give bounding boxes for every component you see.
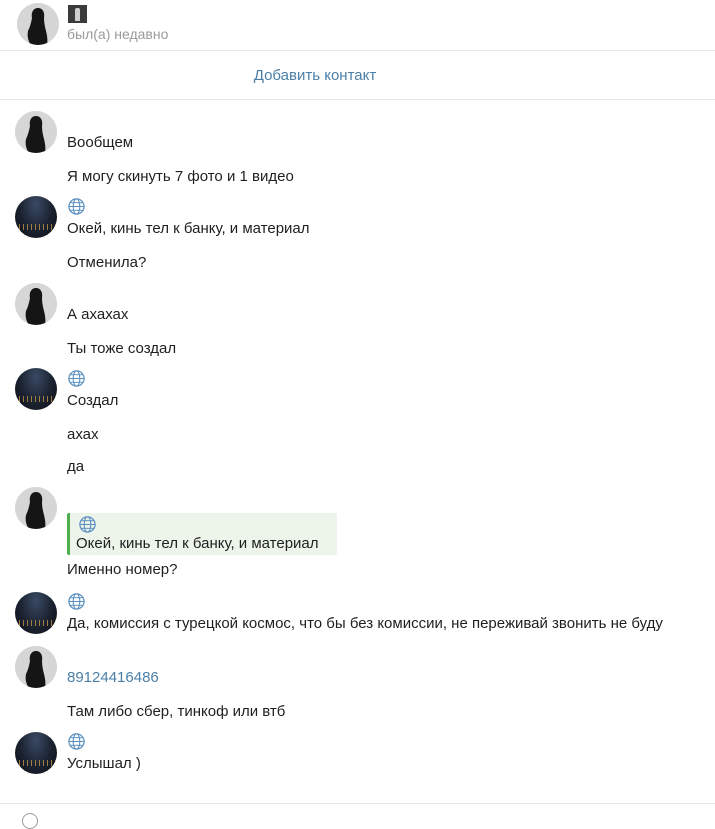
woman-silhouette-icon: [15, 111, 57, 153]
woman-silhouette-icon: [15, 283, 57, 325]
globe-icon: [79, 516, 96, 533]
sender-avatar[interactable]: [15, 487, 57, 529]
message-text: Там либо сбер, тинкоф или втб: [67, 703, 286, 720]
sender-avatar[interactable]: [15, 196, 57, 238]
sender-avatar[interactable]: [15, 732, 57, 774]
message-text: да: [67, 458, 85, 475]
globe-icon: [68, 593, 85, 610]
woman-silhouette-icon: [15, 487, 57, 529]
message-text: Окей, кинь тел к банку, и материал: [67, 220, 310, 237]
last-seen-status: был(а) недавно: [67, 26, 169, 42]
phone-number-link[interactable]: 89124416486: [67, 669, 159, 686]
reply-quote[interactable]: Окей, кинь тел к банку, и материал: [67, 513, 337, 555]
quoted-message-text: Окей, кинь тел к банку, и материал: [76, 535, 319, 552]
chat-header: был(а) недавно: [0, 0, 715, 50]
sender-avatar[interactable]: [15, 368, 57, 410]
sender-avatar[interactable]: [15, 646, 57, 688]
message-text: Именно номер?: [67, 561, 178, 578]
message-text: Создал: [67, 392, 119, 409]
contact-avatar[interactable]: [17, 3, 59, 45]
emoji-icon[interactable]: [22, 813, 38, 829]
add-contact-button[interactable]: Добавить контакт: [0, 51, 630, 99]
message-text: А ахахах: [67, 306, 129, 323]
sender-avatar[interactable]: [15, 592, 57, 634]
globe-icon: [68, 370, 85, 387]
globe-icon: [68, 733, 85, 750]
sender-avatar[interactable]: [15, 111, 57, 153]
message-text: Я могу скинуть 7 фото и 1 видео: [67, 168, 294, 185]
message-text: Вообщем: [67, 134, 134, 151]
sender-avatar[interactable]: [15, 283, 57, 325]
globe-icon: [68, 198, 85, 215]
add-contact-label: Добавить контакт: [253, 66, 377, 84]
woman-silhouette-icon: [15, 646, 57, 688]
message-text: Услышал ): [67, 755, 141, 772]
composer-divider: [0, 803, 715, 804]
add-contact-divider: [0, 99, 715, 100]
message-text: ахах: [67, 426, 99, 443]
message-text: Отменила?: [67, 254, 147, 271]
woman-silhouette-icon: [17, 3, 59, 45]
message-text: Ты тоже создал: [67, 340, 177, 357]
contact-name-icon: [68, 5, 87, 23]
message-text: Да, комиссия с турецкой космос, что бы б…: [67, 615, 663, 632]
